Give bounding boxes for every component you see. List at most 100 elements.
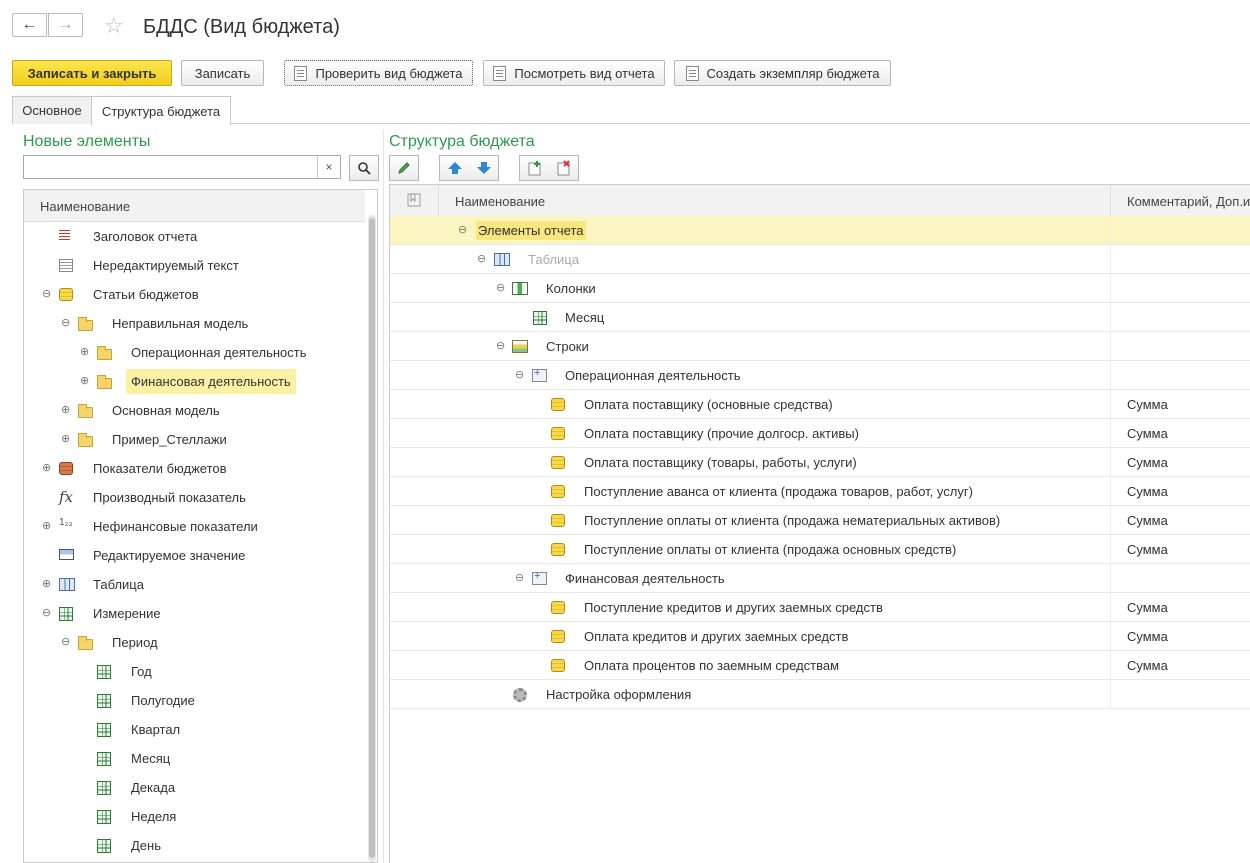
collapse-icon[interactable]: ⊖ bbox=[42, 287, 51, 300]
tree-item[interactable]: ⊖ Неправильная модель bbox=[24, 309, 364, 338]
tree-item[interactable]: fx Производный показатель bbox=[24, 483, 364, 512]
collapse-icon[interactable]: ⊖ bbox=[496, 281, 505, 294]
tree-item[interactable]: Месяц bbox=[24, 744, 364, 773]
collapse-icon[interactable]: ⊖ bbox=[61, 635, 70, 648]
expand-icon[interactable]: ⊕ bbox=[80, 374, 89, 387]
tree-item[interactable]: Квартал bbox=[24, 715, 364, 744]
tree-item[interactable]: ⊕ Пример_Стеллажи bbox=[24, 425, 364, 454]
tree-item[interactable]: Неделя bbox=[24, 802, 364, 831]
folder-icon bbox=[97, 375, 112, 389]
move-up-icon[interactable] bbox=[447, 161, 463, 175]
row-comment: Сумма bbox=[1127, 629, 1168, 644]
tree-item-label: Показатели бюджетов bbox=[93, 461, 227, 476]
table-row[interactable]: ⊖ Строки bbox=[390, 332, 1250, 361]
back-button[interactable]: ← bbox=[12, 13, 47, 37]
tree-column-header[interactable]: Наименование bbox=[24, 190, 365, 222]
tree-item[interactable]: Декада bbox=[24, 773, 364, 802]
collapse-icon[interactable]: ⊖ bbox=[61, 316, 70, 329]
move-buttons bbox=[439, 155, 499, 181]
tree-item[interactable]: ⊕ Таблица bbox=[24, 570, 364, 599]
table-row[interactable]: Настройка оформления bbox=[390, 680, 1250, 709]
grid-icon bbox=[97, 810, 111, 824]
expand-icon[interactable]: ⊕ bbox=[61, 403, 70, 416]
tab-main[interactable]: Основное bbox=[12, 96, 92, 124]
tree-item[interactable]: ⊕ Показатели бюджетов bbox=[24, 454, 364, 483]
search-input[interactable]: × bbox=[23, 155, 341, 179]
table-row[interactable]: ⊖ Элементы отчета bbox=[390, 216, 1250, 245]
tree-item[interactable]: ⊖ Статьи бюджетов bbox=[24, 280, 364, 309]
tree-item[interactable]: ⊕ 1₂₃ Нефинансовые показатели bbox=[24, 512, 364, 541]
tree-item[interactable]: ⊕ Операционная деятельность bbox=[24, 338, 364, 367]
tree-item[interactable]: День bbox=[24, 831, 364, 860]
tree-item-label: Основная модель bbox=[112, 403, 220, 418]
tree-item-label: Месяц bbox=[131, 751, 171, 766]
row-comment: Сумма bbox=[1127, 513, 1168, 528]
tree-item-label: Финансовая деятельность bbox=[131, 374, 291, 389]
tree-item[interactable]: Полугодие bbox=[24, 686, 364, 715]
save-and-close-button[interactable]: Записать и закрыть bbox=[12, 60, 172, 86]
table-row[interactable]: Оплата процентов по заемным средствам Сум… bbox=[390, 651, 1250, 680]
expand-icon[interactable]: ⊕ bbox=[42, 577, 51, 590]
grid-icon bbox=[97, 752, 111, 766]
tree-item[interactable]: ⊖ Измерение bbox=[24, 599, 364, 628]
new-elements-tree[interactable]: Наименование Заголовок отчета Нередактиру… bbox=[23, 189, 378, 863]
expand-icon[interactable]: ⊕ bbox=[42, 519, 51, 532]
collapse-icon[interactable]: ⊖ bbox=[515, 368, 524, 381]
panel-splitter[interactable] bbox=[383, 130, 384, 863]
view-report-button[interactable]: Посмотреть вид отчета bbox=[483, 60, 665, 86]
tree-item[interactable]: Нередактируемый текст bbox=[24, 251, 364, 280]
create-instance-label: Создать экземпляр бюджета bbox=[706, 65, 880, 81]
move-down-icon[interactable] bbox=[476, 161, 492, 175]
folder-icon bbox=[78, 636, 93, 650]
table-row[interactable]: ⊖ Финансовая деятельность bbox=[390, 564, 1250, 593]
save-button[interactable]: Записать bbox=[181, 60, 264, 86]
delete-row-icon[interactable] bbox=[556, 160, 572, 176]
table-row[interactable]: Оплата поставщику (товары, работы, услуг… bbox=[390, 448, 1250, 477]
tree-item[interactable]: Редактируемое значение bbox=[24, 541, 364, 570]
column-name-header[interactable]: Наименование bbox=[455, 194, 545, 209]
add-row-icon[interactable] bbox=[527, 160, 543, 176]
expand-icon[interactable]: ⊕ bbox=[42, 461, 51, 474]
create-instance-button[interactable]: Создать экземпляр бюджета bbox=[674, 60, 891, 86]
table-row[interactable]: Поступление оплаты от клиента (продажа н… bbox=[390, 506, 1250, 535]
collapse-icon[interactable]: ⊖ bbox=[458, 223, 467, 236]
marker-column[interactable] bbox=[390, 185, 439, 216]
table-row[interactable]: Оплата кредитов и других заемных средств… bbox=[390, 622, 1250, 651]
clear-icon[interactable]: × bbox=[317, 156, 340, 178]
table-row[interactable]: Поступление кредитов и других заемных ср… bbox=[390, 593, 1250, 622]
tree-item[interactable]: Заголовок отчета bbox=[24, 222, 364, 251]
new-elements-header: Новые элементы bbox=[23, 133, 151, 150]
expand-icon[interactable]: ⊕ bbox=[61, 432, 70, 445]
expand-icon[interactable]: ⊕ bbox=[80, 345, 89, 358]
collapse-icon[interactable]: ⊖ bbox=[42, 606, 51, 619]
table-row[interactable]: Месяц bbox=[390, 303, 1250, 332]
table-row[interactable]: Поступление оплаты от клиента (продажа о… bbox=[390, 535, 1250, 564]
collapse-icon[interactable]: ⊖ bbox=[515, 571, 524, 584]
edit-button[interactable] bbox=[389, 155, 419, 181]
table-row[interactable]: ⊖ Таблица bbox=[390, 245, 1250, 274]
table-row[interactable]: Оплата поставщику (прочие долгоср. актив… bbox=[390, 419, 1250, 448]
tree-scroll-thumb[interactable] bbox=[369, 218, 375, 858]
book-icon bbox=[407, 193, 421, 207]
column-comment-header[interactable]: Комментарий, Доп.и bbox=[1127, 194, 1250, 209]
table-row[interactable]: ⊖ Колонки bbox=[390, 274, 1250, 303]
search-button[interactable] bbox=[349, 155, 379, 181]
folder-icon bbox=[78, 404, 93, 418]
tree-item[interactable]: ⊖ Период bbox=[24, 628, 364, 657]
forward-button[interactable]: → bbox=[48, 13, 83, 37]
tree-item-label: Неправильная модель bbox=[112, 316, 249, 331]
tab-budget-structure[interactable]: Структура бюджета bbox=[91, 96, 231, 125]
table-row[interactable]: Поступление аванса от клиента (продажа т… bbox=[390, 477, 1250, 506]
table-row[interactable]: ⊖ Операционная деятельность bbox=[390, 361, 1250, 390]
coins-icon bbox=[551, 630, 565, 643]
text-icon bbox=[59, 259, 73, 272]
tree-item[interactable]: Год bbox=[24, 657, 364, 686]
collapse-icon[interactable]: ⊖ bbox=[496, 339, 505, 352]
table-row[interactable]: Оплата поставщику (основные средства) Сум… bbox=[390, 390, 1250, 419]
collapse-icon[interactable]: ⊖ bbox=[477, 252, 486, 265]
tree-item[interactable]: ⊕ Основная модель bbox=[24, 396, 364, 425]
budget-structure-table[interactable]: Наименование Комментарий, Доп.и ⊖ Элемент… bbox=[389, 184, 1250, 863]
favorite-star-icon[interactable]: ☆ bbox=[104, 13, 124, 39]
check-budget-button[interactable]: Проверить вид бюджета bbox=[284, 60, 473, 86]
tree-item[interactable]: ⊕ Финансовая деятельность bbox=[24, 367, 364, 396]
